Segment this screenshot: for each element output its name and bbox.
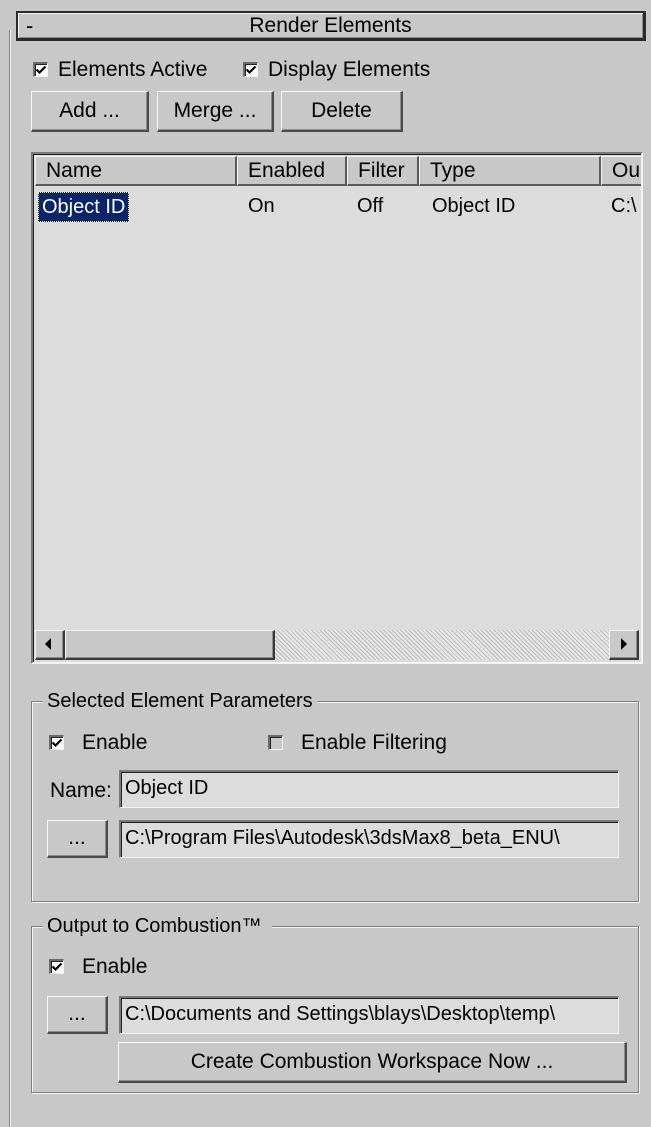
elements-active-checkbox[interactable]: [33, 62, 48, 77]
horizontal-scrollbar[interactable]: [35, 630, 639, 660]
element-name-field[interactable]: Object ID: [119, 770, 619, 808]
panel-left-highlight: [10, 30, 11, 1127]
scrollbar-thumb[interactable]: [65, 630, 275, 660]
column-header-enabled[interactable]: Enabled: [237, 156, 347, 186]
browse-button[interactable]: ...: [47, 820, 108, 858]
rollout-title: Render Elements: [249, 14, 412, 37]
checkmark-icon: [51, 738, 63, 748]
row-type-cell: Object ID: [432, 195, 516, 217]
row-enabled-cell: On: [248, 195, 275, 217]
scroll-right-arrow-icon: [621, 638, 627, 650]
render-elements-list[interactable]: Name Enabled Filter Type Ou Object ID On…: [31, 152, 643, 664]
column-header-name[interactable]: Name: [35, 156, 237, 186]
display-elements-checkbox[interactable]: [243, 62, 258, 77]
create-combustion-workspace-button[interactable]: Create Combustion Workspace Now ...: [118, 1042, 627, 1083]
enable-checkbox[interactable]: [49, 735, 64, 750]
column-header-filter[interactable]: Filter: [347, 156, 419, 186]
name-label: Name:: [50, 779, 112, 802]
delete-button[interactable]: Delete: [281, 91, 403, 132]
enable-filtering-checkbox[interactable]: [268, 735, 283, 750]
enable-label: Enable: [82, 731, 148, 754]
elements-active-label: Elements Active: [58, 58, 208, 81]
column-header-output[interactable]: Ou: [601, 156, 641, 186]
column-header-type[interactable]: Type: [419, 156, 601, 186]
scroll-right-button[interactable]: [609, 630, 639, 660]
combustion-enable-checkbox[interactable]: [49, 959, 64, 974]
row-filter-cell: Off: [357, 195, 384, 217]
display-elements-label: Display Elements: [268, 58, 431, 81]
render-elements-rollout-header[interactable]: - Render Elements: [16, 11, 646, 41]
enable-filtering-label: Enable Filtering: [301, 731, 447, 754]
combustion-browse-button[interactable]: ...: [47, 996, 108, 1034]
checkmark-icon: [51, 962, 63, 972]
selected-element-parameters-legend: Selected Element Parameters: [43, 689, 317, 713]
combustion-enable-label: Enable: [82, 955, 148, 978]
row-output-cell: C:\: [611, 195, 637, 217]
scroll-left-button[interactable]: [35, 630, 65, 660]
element-path-field[interactable]: C:\Program Files\Autodesk\3dsMax8_beta_E…: [119, 820, 619, 858]
output-to-combustion-legend: Output to Combustion™: [43, 914, 272, 938]
checkmark-icon: [245, 65, 257, 75]
row-name-cell[interactable]: Object ID: [38, 192, 130, 222]
scroll-left-arrow-icon: [45, 638, 51, 650]
checkmark-icon: [35, 65, 47, 75]
add-button[interactable]: Add ...: [31, 91, 149, 132]
merge-button[interactable]: Merge ...: [157, 91, 274, 132]
combustion-path-field[interactable]: C:\Documents and Settings\blays\Desktop\…: [119, 996, 619, 1034]
